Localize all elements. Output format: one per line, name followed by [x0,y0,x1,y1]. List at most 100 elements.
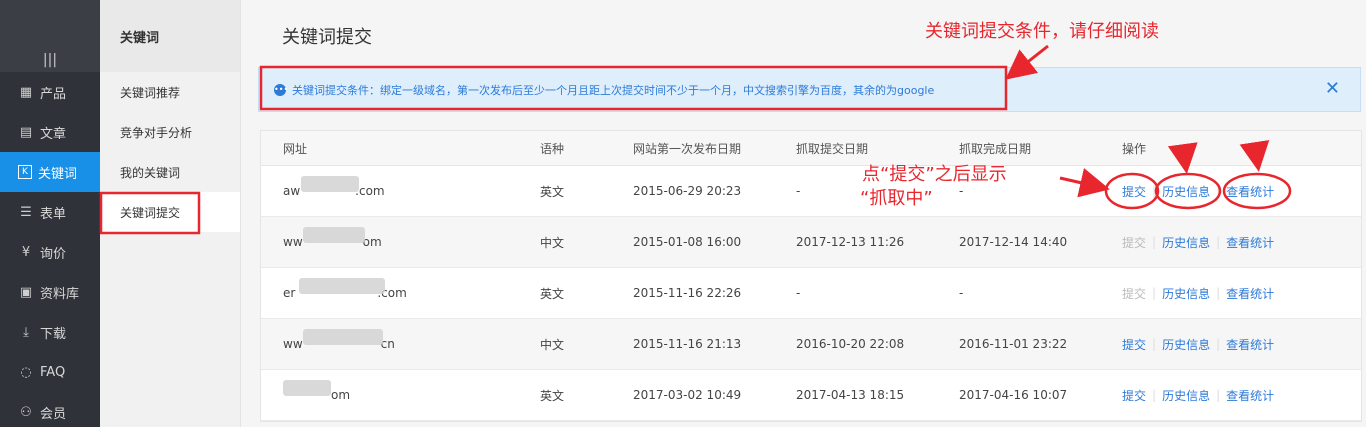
redaction-blur [299,278,385,294]
sub-item-submit[interactable]: 关键词提交 [100,192,240,232]
divider: | [1152,235,1157,249]
divider: | [1152,184,1157,198]
sub-item-my-keywords[interactable]: 我的关键词 [100,152,240,192]
nav-item-products[interactable]: ▦ 产品 [0,72,100,112]
nav-item-keywords[interactable]: K 关键词 [0,152,100,192]
table-row: om 英文 2017-03-02 10:49 2017-04-13 18:15 … [261,370,1361,421]
actions-cell: 提交 | 历史信息 | 查看统计 [1122,285,1274,302]
nav-item-label: FAQ [40,364,66,380]
nav-item-library[interactable]: ▣ 资料库 [0,272,100,312]
library-icon: ▣ [19,284,33,300]
col-header-url: 网址 [283,141,308,156]
nav-item-label: 资料库 [40,286,80,302]
url-prefix: ww [283,235,303,249]
first-date-cell: 2015-11-16 22:26 [633,286,742,300]
submit-date-cell: - [796,286,801,300]
close-icon[interactable]: ✕ [1325,78,1340,99]
nav-item-forms[interactable]: ☰ 表单 [0,192,100,232]
done-date-cell: - [959,184,964,198]
nav-item-label: 表单 [40,206,67,222]
main-nav: ||| ▦ 产品 ▤ 文章 K 关键词 ☰ 表单 ¥ 询价 ▣ 资料库 ⤓ 下载… [0,0,100,427]
divider: | [1152,286,1157,300]
submit-date-cell: 2017-04-13 18:15 [796,388,905,402]
done-date-cell: - [959,286,964,300]
nav-item-member[interactable]: ⚇ 会员 [0,392,100,432]
keyword-icon: K [18,165,32,179]
grid-icon: ▦ [19,84,33,100]
history-link[interactable]: 历史信息 [1162,234,1210,251]
stats-link[interactable]: 查看统计 [1226,285,1274,302]
nav-item-faq[interactable]: ◌ FAQ [0,352,100,392]
done-date-cell: 2017-04-16 10:07 [959,388,1068,402]
url-cell: ww cn [261,329,540,351]
table-header: 网址 语种 网站第一次发布日期 抓取提交日期 抓取完成日期 操作 [261,131,1361,166]
redaction-blur [303,227,365,243]
faq-icon: ◌ [20,364,32,380]
main-panel: 关键词提交 ••• 关键词提交条件：绑定一级域名，第一次发布后至少一个月且距上次… [241,0,1366,427]
notice-text: 关键词提交条件：绑定一级域名，第一次发布后至少一个月且距上次提交时间不少于一个月… [292,83,935,97]
col-header-lang: 语种 [540,141,565,156]
col-header-submit: 抓取提交日期 [796,141,869,156]
history-link[interactable]: 历史信息 [1162,183,1210,200]
submit-link[interactable]: 提交 [1122,183,1146,200]
sub-item-competitor[interactable]: 竞争对手分析 [100,112,240,152]
divider: | [1216,286,1221,300]
table-row: aw .com 英文 2015-06-29 20:23 - - 提交 | 历史信息 |… [261,166,1361,217]
divider: | [1152,337,1157,351]
divider: | [1216,184,1221,198]
sub-menu: 关键词 关键词推荐 竞争对手分析 我的关键词 关键词提交 [100,0,241,427]
nav-item-download[interactable]: ⤓ 下载 [0,312,100,352]
url-prefix: ww [283,337,303,351]
url-cell: er .com [261,278,540,300]
first-date-cell: 2015-11-16 21:13 [633,337,742,351]
lang-cell: 英文 [540,286,565,301]
nav-item-inquiry[interactable]: ¥ 询价 [0,232,100,272]
nav-item-label: 会员 [40,406,67,422]
nav-item-label: 文章 [40,126,67,142]
redaction-blur [283,380,331,396]
url-suffix: .com [355,184,385,198]
done-date-cell: 2017-12-14 14:40 [959,235,1068,249]
document-icon: ▤ [19,124,33,140]
history-link[interactable]: 历史信息 [1162,336,1210,353]
history-link[interactable]: 历史信息 [1162,387,1210,404]
nav-item-label: 下载 [40,326,67,342]
redaction-blur [301,176,359,192]
nav-item-articles[interactable]: ▤ 文章 [0,112,100,152]
divider: | [1152,388,1157,402]
done-date-cell: 2016-11-01 23:22 [959,337,1068,351]
sub-item-recommend[interactable]: 关键词推荐 [100,72,240,112]
url-cell: aw .com [261,176,540,198]
submit-link[interactable]: 提交 [1122,285,1146,302]
stats-link[interactable]: 查看统计 [1226,336,1274,353]
history-link[interactable]: 历史信息 [1162,285,1210,302]
submit-link[interactable]: 提交 [1122,387,1146,404]
nav-item-label: 产品 [40,86,67,102]
first-date-cell: 2015-01-08 16:00 [633,235,742,249]
nav-item-label: 询价 [40,246,67,262]
submit-link[interactable]: 提交 [1122,234,1146,251]
collapse-icon[interactable]: ||| [43,52,57,68]
sub-menu-heading: 关键词 [100,0,240,72]
download-icon: ⤓ [23,324,29,340]
submit-date-cell: - [796,184,801,198]
table-row: ww om 中文 2015-01-08 16:00 2017-12-13 11:2… [261,217,1361,268]
lang-cell: 英文 [540,184,565,199]
first-date-cell: 2015-06-29 20:23 [633,184,742,198]
divider: | [1216,337,1221,351]
divider: | [1216,235,1221,249]
stats-link[interactable]: 查看统计 [1226,234,1274,251]
form-icon: ☰ [20,204,32,220]
redaction-blur [303,329,383,345]
table-row: er .com 英文 2015-11-16 22:26 - - 提交 | 历史信息 |… [261,268,1361,319]
url-suffix: om [331,388,351,402]
url-cell: ww om [261,227,540,249]
page-title: 关键词提交 [282,27,372,48]
col-header-done: 抓取完成日期 [959,141,1032,156]
col-header-first: 网站第一次发布日期 [633,141,742,156]
stats-link[interactable]: 查看统计 [1226,183,1274,200]
stats-link[interactable]: 查看统计 [1226,387,1274,404]
submit-date-cell: 2016-10-20 22:08 [796,337,905,351]
notice-banner: ••• 关键词提交条件：绑定一级域名，第一次发布后至少一个月且距上次提交时间不少… [258,67,1361,112]
submit-link[interactable]: 提交 [1122,336,1146,353]
